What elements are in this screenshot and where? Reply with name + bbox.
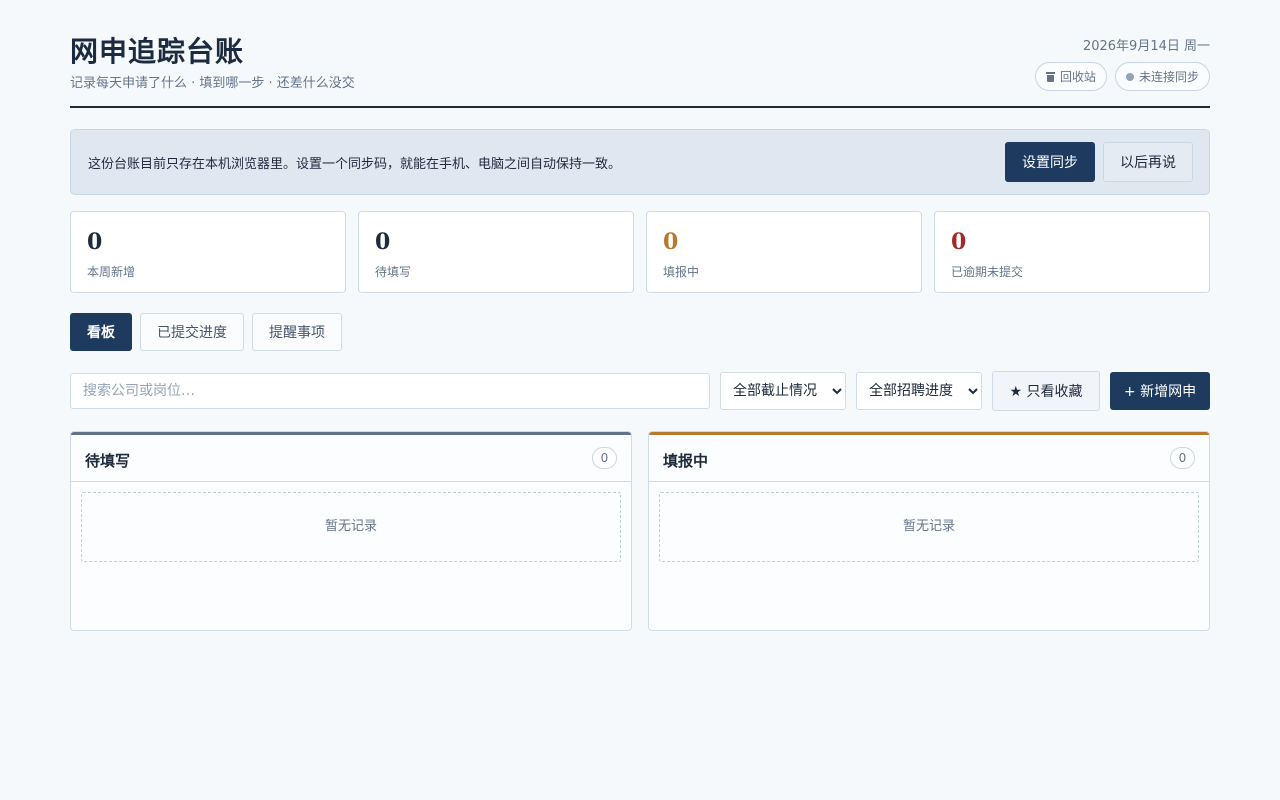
column-empty-placeholder: 暂无记录 (81, 492, 621, 562)
stat-label: 待填写 (375, 265, 412, 279)
column-title: 待填写 (85, 452, 131, 470)
column-count-badge: 0 (592, 447, 617, 469)
sync-status-label: 未连接同步 (1138, 70, 1199, 84)
column-header: 待填写 0 (71, 435, 631, 482)
stat-value: 0 (951, 229, 967, 255)
current-date: 2026年9月14日 周一 (1082, 39, 1210, 54)
page-subtitle: 记录每天申请了什么 · 填到哪一步 · 还差什么没交 (70, 76, 355, 91)
column-count-badge: 0 (1170, 447, 1195, 469)
recycle-bin-button[interactable]: 回收站 (1034, 62, 1107, 91)
sync-banner: 这份台账目前只存在本机浏览器里。设置一个同步码，就能在手机、电脑之间自动保持一致… (70, 129, 1210, 195)
view-tabs: 看板 已提交进度 提醒事项 (70, 313, 342, 351)
stat-value: 0 (87, 229, 103, 255)
kanban-board: 待填写 0 暂无记录 填报中 0 暂无记录 (70, 431, 1210, 631)
filter-bar: 全部截止情况 全部招聘进度 ★ 只看收藏 + 新增网申 (70, 371, 1210, 411)
stats-row: 0 本周新增 0 待填写 0 填报中 0 已逾期未提交 (70, 211, 1210, 293)
stat-label: 本周新增 (87, 265, 136, 279)
column-title: 填报中 (663, 452, 709, 470)
stat-card-new-this-week: 0 本周新增 (70, 211, 346, 293)
stat-card-overdue: 0 已逾期未提交 (934, 211, 1210, 293)
page-header: 网申追踪台账 记录每天申请了什么 · 填到哪一步 · 还差什么没交 2026年9… (70, 0, 1210, 108)
kanban-column-filling: 填报中 0 暂无记录 (648, 431, 1210, 631)
setup-sync-button[interactable]: 设置同步 (1005, 142, 1095, 182)
sync-banner-actions: 设置同步 以后再说 (1005, 142, 1193, 182)
favorites-only-button[interactable]: ★ 只看收藏 (992, 371, 1100, 411)
stat-card-to-fill: 0 待填写 (358, 211, 634, 293)
tab-board[interactable]: 看板 (70, 313, 132, 351)
deadline-filter-select[interactable]: 全部截止情况 (720, 372, 846, 410)
stat-card-filling: 0 填报中 (646, 211, 922, 293)
stat-value: 0 (663, 229, 679, 255)
trash-icon (1045, 71, 1055, 82)
add-application-button[interactable]: + 新增网申 (1110, 372, 1210, 410)
tab-submitted-progress[interactable]: 已提交进度 (140, 313, 244, 351)
header-actions: 回收站 未连接同步 (1034, 62, 1210, 91)
recycle-bin-label: 回收站 (1059, 70, 1096, 84)
stat-label: 已逾期未提交 (951, 265, 1024, 279)
page-title: 网申追踪台账 (70, 35, 245, 68)
status-dot-icon (1125, 72, 1134, 81)
sync-status-button[interactable]: 未连接同步 (1114, 62, 1210, 91)
progress-filter-select[interactable]: 全部招聘进度 (856, 372, 982, 410)
later-button[interactable]: 以后再说 (1103, 142, 1193, 182)
app-container: 网申追踪台账 记录每天申请了什么 · 填到哪一步 · 还差什么没交 2026年9… (70, 0, 1210, 631)
column-header: 填报中 0 (649, 435, 1209, 482)
tab-reminders[interactable]: 提醒事项 (252, 313, 342, 351)
column-empty-placeholder: 暂无记录 (659, 492, 1199, 562)
sync-banner-text: 这份台账目前只存在本机浏览器里。设置一个同步码，就能在手机、电脑之间自动保持一致… (88, 157, 622, 172)
stat-value: 0 (375, 229, 391, 255)
search-input[interactable] (70, 373, 710, 409)
stat-label: 填报中 (663, 265, 700, 279)
kanban-column-to-fill: 待填写 0 暂无记录 (70, 431, 632, 631)
